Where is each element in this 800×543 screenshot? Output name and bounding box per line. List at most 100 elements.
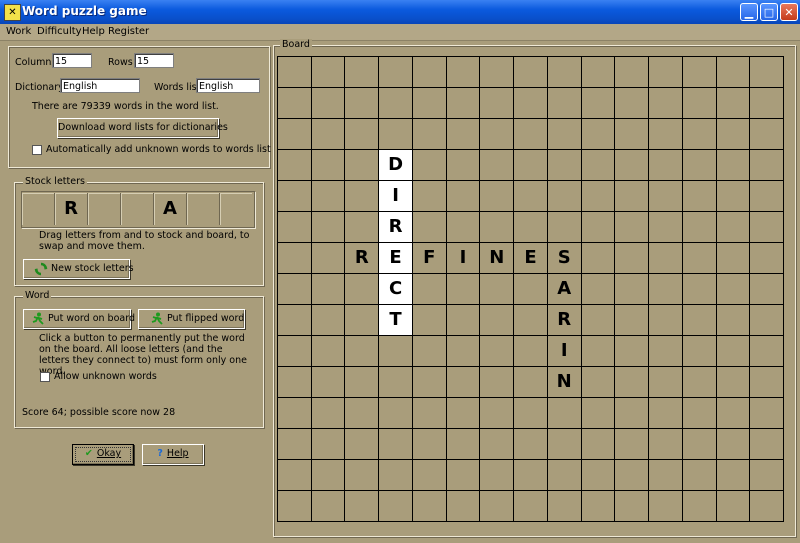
board-cell[interactable] bbox=[649, 150, 683, 181]
board-cell[interactable] bbox=[581, 57, 616, 88]
board-cell[interactable] bbox=[750, 150, 784, 181]
board-cell[interactable] bbox=[615, 88, 650, 119]
board-cell[interactable] bbox=[750, 398, 784, 429]
board-cell[interactable] bbox=[547, 491, 582, 522]
board-tile[interactable]: D bbox=[379, 150, 413, 181]
board-cell[interactable] bbox=[278, 460, 312, 491]
board-cell[interactable] bbox=[446, 336, 481, 367]
columns-input[interactable]: 15 bbox=[52, 53, 92, 68]
board-tile[interactable]: C bbox=[379, 274, 413, 305]
board-cell[interactable] bbox=[649, 429, 683, 460]
board-cell[interactable] bbox=[480, 336, 515, 367]
board-cell[interactable] bbox=[649, 336, 683, 367]
board-cell[interactable] bbox=[581, 460, 616, 491]
board-cell[interactable] bbox=[615, 57, 650, 88]
put-flipped-word-button[interactable]: Put flipped word bbox=[138, 309, 245, 329]
board-cell[interactable] bbox=[514, 367, 548, 398]
board-cell[interactable] bbox=[278, 491, 312, 522]
board-cell[interactable] bbox=[278, 398, 312, 429]
board-cell[interactable] bbox=[581, 398, 616, 429]
board-cell[interactable] bbox=[480, 274, 515, 305]
board-cell[interactable] bbox=[750, 305, 784, 336]
board-cell[interactable] bbox=[581, 274, 616, 305]
board-cell[interactable] bbox=[412, 212, 447, 243]
board-cell[interactable] bbox=[446, 305, 481, 336]
board-cell[interactable] bbox=[514, 150, 548, 181]
board-cell[interactable] bbox=[649, 305, 683, 336]
board-cell[interactable] bbox=[750, 212, 784, 243]
stock-slot[interactable] bbox=[121, 193, 154, 225]
board-cell[interactable] bbox=[311, 57, 346, 88]
board-cell[interactable] bbox=[446, 429, 481, 460]
minimize-button[interactable]: ▁ bbox=[740, 3, 758, 21]
stock-slot[interactable] bbox=[22, 193, 55, 225]
board-tile[interactable]: F bbox=[412, 243, 447, 274]
board-cell[interactable] bbox=[716, 88, 751, 119]
board-cell[interactable] bbox=[682, 367, 717, 398]
board-cell[interactable] bbox=[379, 336, 413, 367]
board-cell[interactable] bbox=[581, 212, 616, 243]
board-cell[interactable] bbox=[581, 119, 616, 150]
board-cell[interactable] bbox=[547, 88, 582, 119]
board-cell[interactable] bbox=[311, 367, 346, 398]
board-cell[interactable] bbox=[615, 491, 650, 522]
board-cell[interactable] bbox=[750, 460, 784, 491]
maximize-button[interactable]: □ bbox=[760, 3, 778, 21]
board-cell[interactable] bbox=[649, 88, 683, 119]
menu-register[interactable]: Register bbox=[108, 26, 149, 37]
app-icon[interactable]: ✕ bbox=[4, 4, 21, 21]
board-cell[interactable] bbox=[682, 491, 717, 522]
board-cell[interactable] bbox=[716, 336, 751, 367]
board-cell[interactable] bbox=[716, 398, 751, 429]
board-cell[interactable] bbox=[412, 336, 447, 367]
board-cell[interactable] bbox=[649, 119, 683, 150]
board-cell[interactable] bbox=[412, 398, 447, 429]
board-cell[interactable] bbox=[716, 305, 751, 336]
board-cell[interactable] bbox=[750, 274, 784, 305]
board-cell[interactable] bbox=[446, 181, 481, 212]
board-cell[interactable] bbox=[412, 491, 447, 522]
board-cell[interactable] bbox=[682, 181, 717, 212]
board-cell[interactable] bbox=[581, 305, 616, 336]
board-tile[interactable]: E bbox=[514, 243, 548, 274]
board-cell[interactable] bbox=[547, 429, 582, 460]
download-word-lists-button[interactable]: Download word lists for dictionaries bbox=[57, 118, 228, 138]
board-cell[interactable] bbox=[446, 398, 481, 429]
board-cell[interactable] bbox=[345, 460, 380, 491]
allow-unknown-checkbox[interactable] bbox=[40, 372, 50, 382]
board-cell[interactable] bbox=[480, 212, 515, 243]
board-cell[interactable] bbox=[514, 398, 548, 429]
board-cell[interactable] bbox=[750, 336, 784, 367]
board-tile[interactable]: A bbox=[547, 274, 582, 305]
board-cell[interactable] bbox=[514, 88, 548, 119]
board-cell[interactable] bbox=[278, 429, 312, 460]
board-cell[interactable] bbox=[480, 491, 515, 522]
board-tile[interactable]: N bbox=[480, 243, 515, 274]
board-cell[interactable] bbox=[649, 274, 683, 305]
board-cell[interactable] bbox=[615, 429, 650, 460]
words-list-input[interactable]: English bbox=[196, 78, 260, 93]
board-cell[interactable] bbox=[446, 367, 481, 398]
board-cell[interactable] bbox=[615, 243, 650, 274]
board-cell[interactable] bbox=[649, 398, 683, 429]
board-cell[interactable] bbox=[311, 88, 346, 119]
stock-slot[interactable] bbox=[187, 193, 220, 225]
stock-slot[interactable] bbox=[88, 193, 121, 225]
board-cell[interactable] bbox=[514, 212, 548, 243]
board-cell[interactable] bbox=[379, 398, 413, 429]
board-cell[interactable] bbox=[649, 491, 683, 522]
board-cell[interactable] bbox=[412, 305, 447, 336]
board-cell[interactable] bbox=[716, 274, 751, 305]
help-button[interactable]: ? Help bbox=[142, 444, 204, 465]
board-cell[interactable] bbox=[581, 429, 616, 460]
board-cell[interactable] bbox=[480, 398, 515, 429]
board-cell[interactable] bbox=[514, 429, 548, 460]
board-cell[interactable] bbox=[615, 119, 650, 150]
board-cell[interactable] bbox=[412, 367, 447, 398]
board-cell[interactable] bbox=[379, 491, 413, 522]
board-cell[interactable] bbox=[345, 491, 380, 522]
board-cell[interactable] bbox=[514, 460, 548, 491]
menu-difficulty[interactable]: Difficulty bbox=[37, 26, 82, 37]
board-cell[interactable] bbox=[345, 119, 380, 150]
board-cell[interactable] bbox=[446, 491, 481, 522]
